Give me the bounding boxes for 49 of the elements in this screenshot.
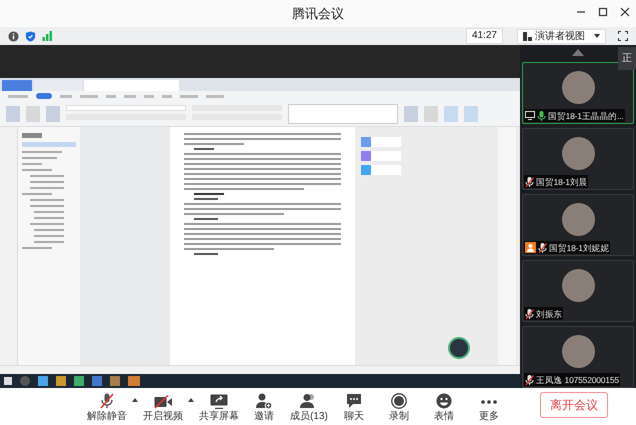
caret-icon (132, 398, 138, 402)
muted-microphone-icon (100, 392, 114, 408)
more-button[interactable]: 更多 (468, 392, 510, 422)
smiley-icon (436, 392, 452, 408)
options-caret-button[interactable] (187, 398, 195, 402)
layout-icon (523, 32, 532, 40)
avatar-placeholder (562, 71, 594, 104)
scroll-up-icon[interactable] (572, 49, 584, 56)
video-off-icon (154, 394, 172, 408)
tooltip: 正 (618, 47, 636, 70)
window-title: 腾讯会议 (292, 4, 344, 23)
share-screen-button[interactable]: 共享屏幕 (198, 392, 240, 422)
participant-tile[interactable]: 国贸18-1王晶晶的... (522, 62, 634, 124)
participant-tile[interactable]: 国贸18-1刘晨 (522, 128, 634, 190)
chat-button[interactable]: 聊天 (333, 392, 375, 422)
screen-share-icon (210, 394, 228, 408)
participant-tile[interactable]: 王凤逸 107552000155 (522, 326, 634, 388)
info-icon[interactable] (8, 30, 19, 42)
invite-button[interactable]: 邀请 (243, 392, 285, 422)
view-mode-button[interactable]: 演讲者视图 (517, 28, 606, 44)
avatar-placeholder (562, 335, 594, 368)
close-icon[interactable] (620, 7, 630, 17)
caret-icon (594, 34, 600, 38)
participant-name: 国贸18-1王晶晶的... (548, 110, 624, 122)
start-video-button[interactable]: 开启视频 (142, 392, 184, 422)
record-icon (391, 392, 407, 408)
maximize-icon[interactable] (598, 7, 608, 17)
add-person-icon (256, 392, 272, 408)
participant-name: 国贸18-1刘晨 (536, 176, 588, 188)
shield-icon[interactable] (25, 30, 36, 42)
avatar-placeholder (562, 137, 594, 170)
participant-tile[interactable]: 国贸18-1刘妮妮 (522, 194, 634, 256)
avatar-placeholder (562, 269, 594, 302)
record-button[interactable]: 录制 (378, 392, 420, 422)
leave-meeting-button[interactable]: 离开会议 (540, 392, 608, 418)
chat-bubble-icon (346, 392, 362, 408)
options-caret-button[interactable] (131, 398, 139, 402)
unmute-button[interactable]: 解除静音 (86, 392, 128, 422)
reactions-button[interactable]: 表情 (423, 392, 465, 422)
participant-name: 王凤逸 107552000155 (536, 374, 619, 386)
participant-tile[interactable]: 刘振东 (522, 260, 634, 322)
participant-name: 国贸18-1刘妮妮 (549, 242, 610, 254)
caret-icon (188, 398, 194, 402)
fullscreen-icon[interactable] (618, 31, 628, 41)
members-button[interactable]: 成员(13) (288, 392, 330, 422)
participant-name: 刘振东 (536, 308, 562, 320)
avatar-placeholder (562, 203, 594, 236)
more-icon (480, 400, 498, 404)
meeting-timer: 41:27 (466, 28, 503, 44)
